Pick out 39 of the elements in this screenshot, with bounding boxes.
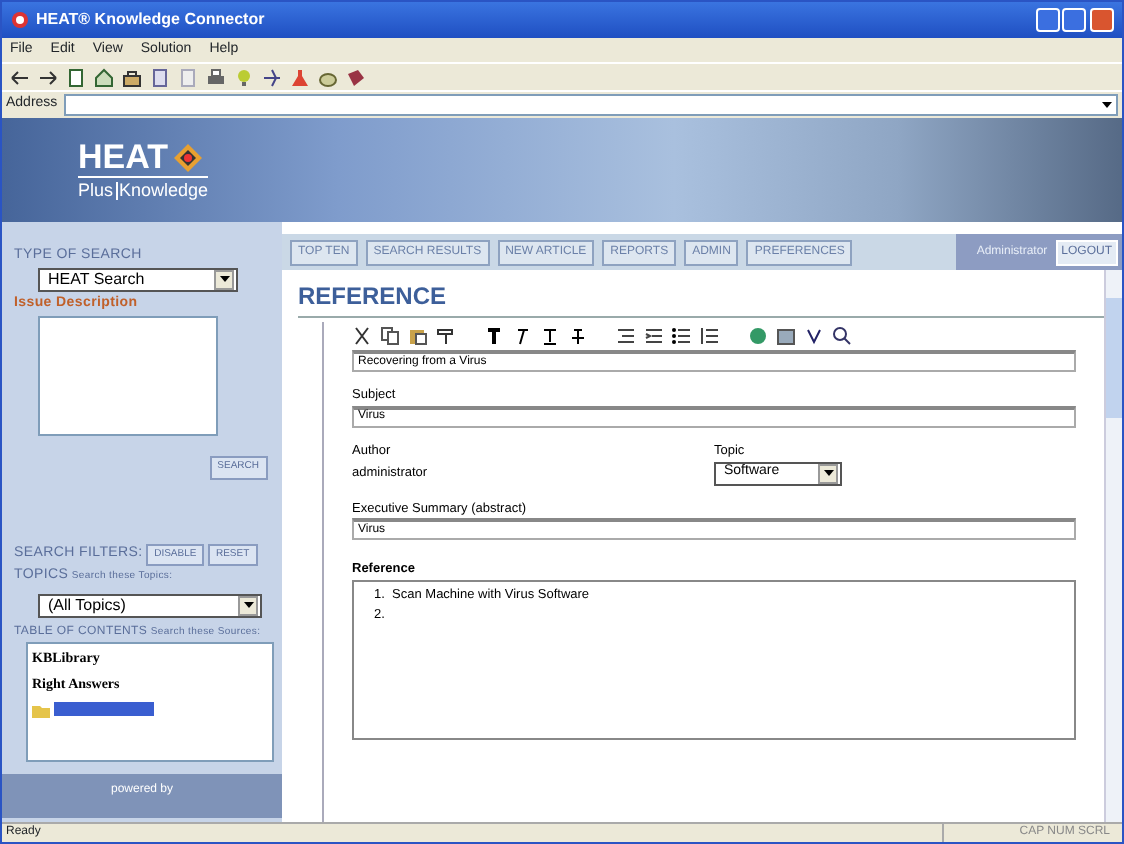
- numbered-list-icon[interactable]: [700, 326, 720, 346]
- issue-description-field[interactable]: [38, 315, 218, 436]
- brand-name: HEAT: [78, 140, 169, 174]
- image-icon[interactable]: [776, 326, 796, 346]
- align-icon[interactable]: [616, 326, 636, 346]
- dropdown-arrow-icon: [217, 272, 231, 286]
- window-title: HEAT® Knowledge Connector: [36, 8, 265, 32]
- bullet-list-icon[interactable]: [672, 326, 692, 346]
- diamond-logo-icon: [171, 141, 204, 173]
- app-icon: [10, 10, 30, 30]
- copy-icon[interactable]: [380, 326, 400, 346]
- dropdown-arrow-icon: [821, 466, 835, 480]
- topics-dropdown[interactable]: (All Topics): [38, 593, 262, 618]
- zoom-icon[interactable]: [832, 326, 852, 346]
- minimize-button[interactable]: [1035, 8, 1059, 32]
- bold-icon[interactable]: [484, 326, 504, 346]
- bulb-icon[interactable]: [234, 67, 254, 87]
- printer-icon[interactable]: [206, 67, 226, 87]
- forward-arrow-icon[interactable]: [38, 67, 58, 87]
- source-item[interactable]: [53, 702, 154, 717]
- italic-icon[interactable]: [512, 326, 532, 346]
- scissors-icon[interactable]: [352, 326, 372, 346]
- strikethrough-icon[interactable]: [568, 326, 588, 346]
- indent-icon[interactable]: [644, 326, 664, 346]
- paste-icon[interactable]: [408, 326, 428, 346]
- dropdown-arrow-icon: [241, 598, 255, 613]
- search-type-dropdown[interactable]: HEAT Search: [38, 267, 238, 291]
- address-field[interactable]: [63, 94, 1118, 116]
- folder-icon: [32, 701, 50, 718]
- maximize-button[interactable]: [1062, 8, 1087, 32]
- page-heading: REFERENCE: [298, 278, 1104, 318]
- scrollbar[interactable]: [1104, 270, 1122, 822]
- brush-icon[interactable]: [436, 326, 456, 346]
- brand-tagline: Knowledge: [115, 182, 209, 200]
- close-button[interactable]: [1090, 8, 1114, 32]
- document-icon[interactable]: [66, 67, 86, 87]
- brand-tagline: Plus: [78, 182, 114, 200]
- underline-icon[interactable]: [540, 326, 560, 346]
- back-arrow-icon[interactable]: [10, 67, 30, 87]
